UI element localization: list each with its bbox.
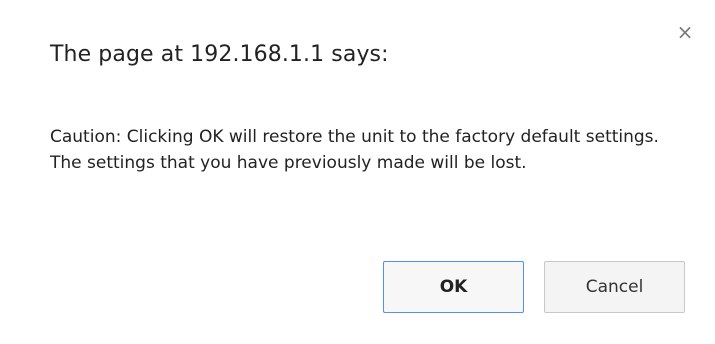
dialog-message: Caution: Clicking OK will restore the un… — [50, 127, 659, 173]
cancel-button[interactable]: Cancel — [544, 261, 685, 313]
ok-button[interactable]: OK — [383, 261, 524, 313]
dialog-buttons: OK Cancel — [383, 261, 685, 313]
dialog-title: The page at 192.168.1.1 says: — [50, 42, 389, 67]
alert-dialog: The page at 192.168.1.1 says: × Caution:… — [0, 0, 715, 344]
close-icon[interactable]: × — [675, 22, 695, 42]
